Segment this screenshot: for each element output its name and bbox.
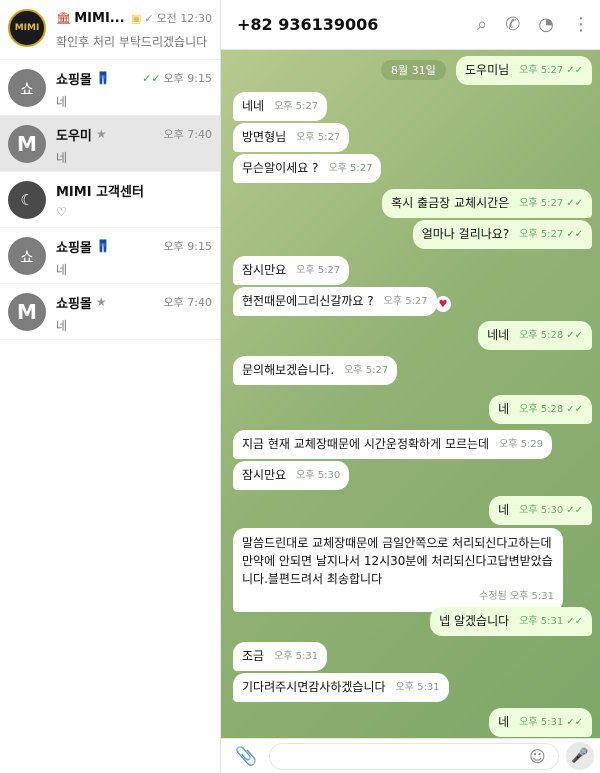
avatar: 쇼 (8, 237, 46, 275)
chat-time: 오후 7:40 (163, 296, 212, 309)
folder-icon: ▣ (130, 11, 142, 25)
message-bubble[interactable]: 방면형님 오후 5:27 (233, 123, 350, 152)
tag-icon: 👖 (95, 71, 111, 85)
message-bubble[interactable]: 혹시 출금장 교체시간은 오후 5:27 ✓✓ (382, 189, 592, 218)
double-check-icon: ✓✓ (566, 505, 583, 516)
chat-name: MIMI... (74, 10, 125, 26)
chat-time: ▣ ✓ 오전 12:30 (130, 11, 212, 26)
avatar: 쇼 (8, 69, 46, 107)
chat-preview: ♡ (56, 205, 67, 219)
chat-preview: 확인후 처리 부탁드리겠습니다 (56, 35, 208, 49)
message-bubble[interactable]: 기다려주시면감사하겠습니다 오후 5:31 (233, 673, 449, 702)
emoji-icon[interactable]: ☺ (529, 747, 546, 766)
message-bubble[interactable]: 네네 오후 5:28 ✓✓ (478, 321, 592, 350)
message-bubble[interactable]: 얼마나 걸리나요? 오후 5:27 ✓✓ (412, 220, 592, 249)
chat-item-support[interactable]: ☾ MIMI 고객센터 ♡ (0, 172, 220, 228)
double-check-icon: ✓✓ (566, 229, 583, 240)
chat-name: 도우미 (56, 128, 92, 144)
chat-title[interactable]: +82 936139006 (237, 15, 378, 34)
composer-bar: 📎 ☺ 🎤 (221, 738, 600, 773)
chat-time: 오후 7:40 (163, 128, 212, 141)
double-check-icon: ✓✓ (566, 717, 583, 728)
search-icon[interactable]: ⌕ (477, 14, 487, 35)
chat-item-shopping-1[interactable]: 쇼 쇼핑몰 👖 ✓✓ 오후 9:15 네 (0, 60, 220, 116)
double-check-icon: ✓✓ (566, 198, 583, 209)
chat-preview: 네 (56, 151, 68, 165)
star-icon: ★ (95, 127, 107, 141)
message-bubble[interactable]: 네네 오후 5:27 (233, 92, 328, 121)
heart-reaction-icon[interactable]: ♥ (435, 296, 451, 312)
message-area[interactable]: 8월 31일 도우미님 오후 5:27 ✓✓ 네네 오후 5:27 방면형님 오후 5:… (221, 50, 600, 738)
message-bubble[interactable]: 네 오후 5:31 ✓✓ (489, 708, 592, 737)
more-icon[interactable]: ⋮ (572, 14, 590, 35)
avatar: MIMI (8, 9, 46, 47)
double-check-icon: ✓✓ (566, 65, 583, 76)
chat-name: 쇼핑몰 (56, 296, 92, 312)
chat-header: +82 936139006 ⌕ ✆ ◔ ⋮ (221, 0, 600, 50)
chat-list-sidebar: MIMI 🏛 MIMI... ▣ ✓ 오전 12:30 확인후 처리 부탁드리겠습니… (0, 0, 221, 773)
message-bubble[interactable]: 네 오후 5:30 ✓✓ (489, 496, 592, 525)
attach-icon[interactable]: 📎 (235, 746, 257, 767)
mic-icon[interactable]: 🎤 (566, 742, 594, 770)
message-bubble[interactable]: 넵 알겠습니다 오후 5:31 ✓✓ (430, 607, 592, 636)
chat-preview: 네 (56, 95, 68, 109)
message-bubble[interactable]: 네 오후 5:28 ✓✓ (489, 395, 592, 424)
avatar: M (8, 293, 46, 331)
double-check-icon: ✓✓ (566, 404, 583, 415)
message-bubble[interactable]: 잠시만요 오후 5:30 (233, 461, 350, 490)
double-check-icon: ✓✓ (142, 71, 161, 85)
chat-name: 쇼핑몰 (56, 72, 92, 88)
message-bubble[interactable]: 지금 현재 교체장때문에 시간운정확하게 모르는데 오후 5:29 (233, 430, 553, 459)
bank-icon: 🏛 (56, 11, 72, 25)
star-icon: ★ (95, 295, 107, 309)
message-bubble[interactable]: 조금 오후 5:31 (233, 642, 328, 671)
chat-item-helper[interactable]: M 도우미 ★ 오후 7:40 네 (0, 116, 220, 172)
double-check-icon: ✓✓ (566, 616, 583, 627)
phone-icon[interactable]: ✆ (505, 14, 520, 35)
message-input[interactable] (269, 743, 559, 770)
date-chip: 8월 31일 (381, 60, 446, 80)
chat-item-shopping-2[interactable]: 쇼 쇼핑몰 👖 오후 9:15 네 (0, 228, 220, 284)
avatar: ☾ (8, 181, 46, 219)
message-bubble[interactable]: 도우미님 오후 5:27 ✓✓ (456, 56, 592, 85)
chat-name: 쇼핑몰 (56, 240, 92, 256)
chat-preview: 네 (56, 263, 68, 277)
chat-time: ✓✓ 오후 9:15 (142, 71, 212, 86)
chat-name: MIMI 고객센터 (56, 184, 144, 200)
chat-time: 오후 9:15 (163, 240, 212, 253)
double-check-icon: ✓✓ (566, 330, 583, 341)
chat-item-shopping-3[interactable]: M 쇼핑몰 ★ 오후 7:40 네 (0, 284, 220, 340)
chat-preview: 네 (56, 319, 68, 333)
message-bubble[interactable]: 잠시만요 오후 5:27 (233, 256, 350, 285)
message-bubble[interactable]: 무슨알이세요 ? 오후 5:27 (233, 154, 382, 183)
check-icon: ✓ (144, 11, 154, 25)
avatar: M (8, 125, 46, 163)
call-history-icon[interactable]: ◔ (538, 14, 554, 35)
chat-item-mimi[interactable]: MIMI 🏛 MIMI... ▣ ✓ 오전 12:30 확인후 처리 부탁드리겠습니… (0, 0, 220, 60)
message-bubble[interactable]: 현전때문에그리신갈까요 ? 오후 5:27 (233, 287, 437, 316)
message-bubble[interactable]: 문의해보겠습니다. 오후 5:27 (233, 356, 398, 385)
tag-icon: 👖 (95, 239, 111, 253)
message-bubble[interactable]: 말씀드린대로 교체장때문에 금일안쪽으로 처리되신다고하는데 만약에 안되면 날… (233, 528, 563, 612)
